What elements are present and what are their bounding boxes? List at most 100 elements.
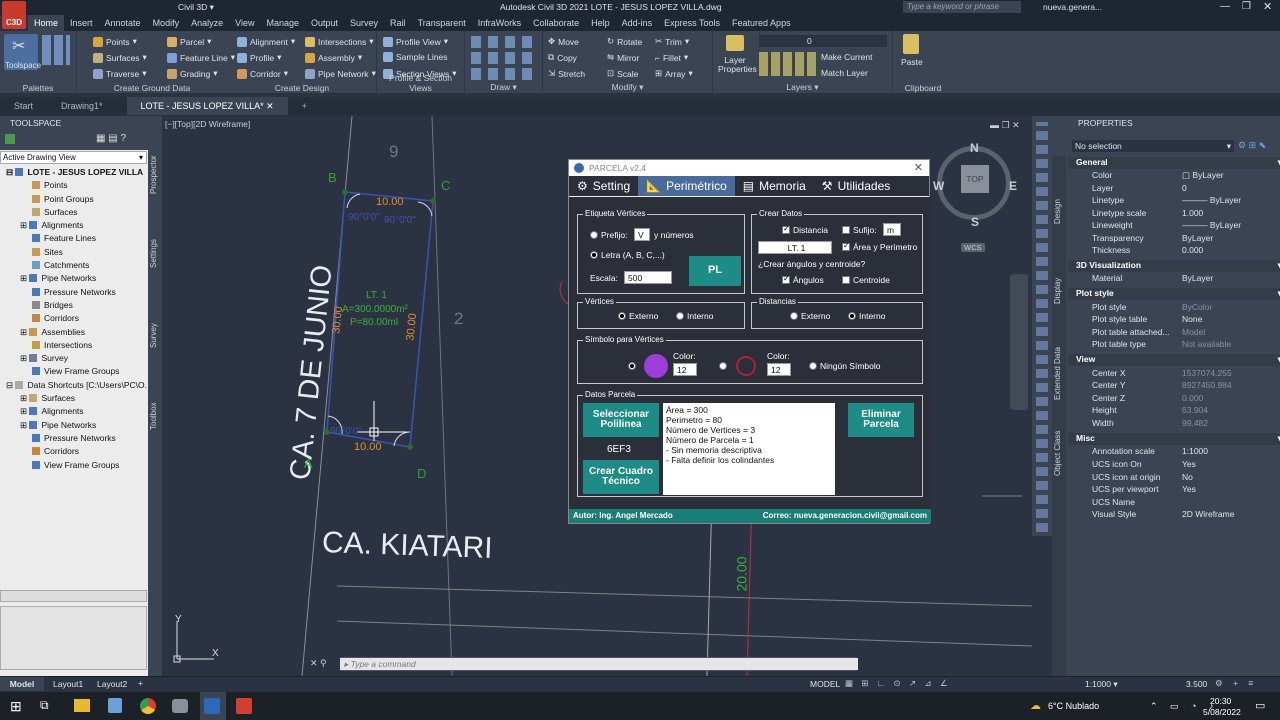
navigation-bar[interactable] — [1010, 274, 1028, 410]
toolspace-icon[interactable] — [5, 134, 15, 144]
layer-properties-button[interactable]: Layer Properties — [718, 34, 757, 80]
parcel-button[interactable]: Parcel ▾ — [167, 36, 211, 47]
intersections-button[interactable]: Intersections ▾ — [305, 36, 373, 47]
prop-row[interactable]: Center Z 0.000 — [1092, 393, 1280, 405]
section-general[interactable]: General ▾ — [1068, 157, 1280, 169]
toolspace-tool-icons[interactable]: ▦ ▤ ? — [96, 133, 126, 144]
app-icon[interactable] — [108, 698, 122, 713]
file-explorer-icon[interactable] — [74, 699, 90, 712]
horizontal-scrollbar[interactable] — [0, 590, 147, 602]
tab-view[interactable]: View — [229, 18, 260, 28]
section-misc[interactable]: Misc ▾ — [1068, 433, 1280, 445]
compass-east[interactable]: E — [1009, 179, 1017, 193]
side-tab-toolbox[interactable]: Toolbox — [149, 402, 158, 430]
palette-tool-icons[interactable] — [1036, 122, 1048, 532]
color-input-hollow[interactable]: 12 — [767, 363, 791, 376]
compass-west[interactable]: W — [933, 179, 944, 193]
feature-line-button[interactable]: Feature Line ▾ — [167, 52, 235, 63]
compass-north[interactable]: N — [970, 141, 979, 155]
weather-label[interactable]: 6°C Nublado — [1048, 701, 1099, 711]
tree-item[interactable]: ⊞ Alignments — [0, 405, 147, 418]
checkbox-sufijo[interactable] — [842, 226, 850, 234]
tab-setting[interactable]: ⚙ Setting — [569, 176, 638, 196]
tab-output[interactable]: Output — [305, 18, 344, 28]
checkbox-centroide[interactable] — [842, 276, 850, 284]
view-dropdown[interactable]: Active Drawing View ▾ — [0, 151, 147, 164]
tree-item[interactable]: View Frame Groups — [0, 459, 147, 472]
mirror-button[interactable]: ⇋ Mirror — [607, 52, 639, 63]
tab-rail[interactable]: Rail — [384, 18, 412, 28]
task-view-icon[interactable]: ⧉ — [40, 698, 49, 713]
radio-filled-symbol[interactable] — [628, 362, 636, 370]
corridor-button[interactable]: Corridor ▾ — [237, 68, 288, 79]
move-button[interactable]: ✥ Move — [548, 36, 579, 47]
prop-row[interactable]: Plot style ByColor — [1092, 302, 1280, 314]
prop-row[interactable]: Linetype ——— ByLayer — [1092, 195, 1280, 207]
tab-insert[interactable]: Insert — [64, 18, 99, 28]
tree-item[interactable]: Points — [0, 179, 147, 192]
prop-row[interactable]: Height 63.904 — [1092, 405, 1280, 417]
tab-collaborate[interactable]: Collaborate — [527, 18, 585, 28]
side-tab-prospector[interactable]: Prospector — [149, 155, 158, 194]
escala-input[interactable]: 500 — [624, 271, 672, 284]
tab-memoria[interactable]: ▤ Memoria — [735, 176, 814, 196]
side-tab-survey[interactable]: Survey — [149, 323, 158, 348]
viewcube-compass[interactable]: TOP — [937, 146, 1011, 220]
tree-item[interactable]: Catchments — [0, 259, 147, 272]
color-input-filled[interactable]: 12 — [673, 363, 697, 376]
side-tab-object-class[interactable]: Object Class — [1053, 431, 1062, 476]
section-plot-style[interactable]: Plot style ▾ — [1068, 288, 1280, 300]
prop-row[interactable]: UCS Name — [1092, 497, 1280, 509]
layout2-tab[interactable]: Layout2 — [97, 679, 127, 689]
checkbox-angulos[interactable] — [782, 274, 790, 284]
prop-row[interactable]: UCS icon On Yes — [1092, 459, 1280, 471]
checkbox-area-perimetro[interactable] — [842, 241, 850, 251]
pl-button[interactable]: PL — [689, 256, 741, 286]
drafting-toggles[interactable]: ▦ ⊞ ∟ ⊙ ↗ ⊿ ∠ — [845, 678, 951, 689]
annotation-scale[interactable]: 1:1000 ▾ — [1085, 679, 1118, 690]
radio-distancias-externo[interactable] — [790, 312, 798, 320]
toolspace-button[interactable]: ✂ Toolspace — [4, 34, 41, 70]
side-tab-display[interactable]: Display — [1053, 278, 1062, 304]
tab-help[interactable]: Help — [585, 18, 616, 28]
checkbox-distancia[interactable] — [782, 224, 790, 234]
viewcube-top[interactable]: TOP — [961, 165, 989, 193]
prefijo-input[interactable]: V — [634, 228, 650, 241]
command-close-icon[interactable]: ✕ ⚲ — [310, 658, 327, 669]
tab-featured-apps[interactable]: Featured Apps — [726, 18, 797, 28]
sample-lines-button[interactable]: Sample Lines — [383, 52, 448, 62]
side-tab-settings[interactable]: Settings — [149, 239, 158, 268]
tab-transparent[interactable]: Transparent — [412, 18, 472, 28]
grading-button[interactable]: Grading ▾ — [167, 68, 218, 79]
palette-icons[interactable] — [42, 35, 70, 65]
close-tab-icon[interactable]: ✕ — [266, 101, 274, 111]
wcs-menu[interactable]: WCS — [961, 243, 985, 252]
draw-tools-icons[interactable] — [471, 36, 537, 80]
radio-ningun-simbolo[interactable] — [809, 362, 817, 370]
new-tab-button[interactable]: + — [288, 97, 321, 115]
tree-item[interactable]: Sites — [0, 246, 147, 259]
tree-item[interactable]: Corridors — [0, 312, 147, 325]
dialog-close-icon[interactable]: ✕ — [914, 160, 923, 176]
tab-utilidades[interactable]: ⚒ Utilidades — [814, 176, 898, 196]
selection-dropdown[interactable]: No selection ▾ — [1072, 140, 1234, 152]
notification-icon[interactable]: ▭ — [1255, 699, 1265, 712]
prop-row[interactable]: Annotation scale 1:1000 — [1092, 446, 1280, 458]
sufijo-input[interactable]: m — [883, 223, 901, 236]
clock-time[interactable]: 20:30 — [1210, 696, 1231, 706]
tree-item[interactable]: Bridges — [0, 299, 147, 312]
maximize-icon[interactable]: ❐ — [1242, 1, 1251, 12]
side-tab-extended-data[interactable]: Extended Data — [1053, 347, 1062, 400]
lot-name-input[interactable]: LT. 1 — [758, 241, 832, 254]
rotate-button[interactable]: ↻ Rotate — [607, 36, 642, 47]
model-tab[interactable]: Model — [0, 677, 44, 691]
tab-analyze[interactable]: Analyze — [185, 18, 229, 28]
tree-item[interactable]: Pressure Networks — [0, 286, 147, 299]
tab-perimetrico[interactable]: 📐 Perimétrico — [638, 176, 735, 196]
tab-modify[interactable]: Modify — [147, 18, 186, 28]
tree-item[interactable]: ⊞ Survey — [0, 352, 147, 365]
prop-row[interactable]: Material ByLayer — [1092, 273, 1280, 285]
layer-tools-icons[interactable] — [759, 52, 817, 76]
radio-hollow-symbol[interactable] — [719, 362, 727, 370]
trim-button[interactable]: ✂ Trim ▾ — [655, 36, 689, 47]
